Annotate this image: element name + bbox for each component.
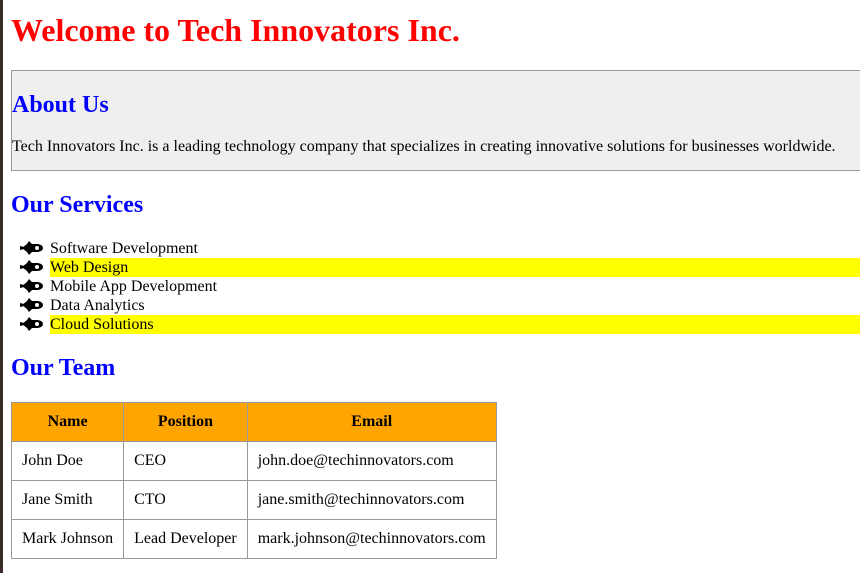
table-row: John Doe CEO john.doe@techinnovators.com	[10, 441, 497, 481]
cell-email: jane.smith@techinnovators.com	[246, 480, 497, 520]
about-heading: About Us	[12, 92, 109, 118]
rocket-icon	[20, 260, 43, 274]
page-title: Welcome to Tech Innovators Inc.	[11, 12, 460, 48]
column-header-email: Email	[246, 402, 497, 442]
service-label: Web Design	[50, 258, 860, 277]
page: Welcome to Tech Innovators Inc. About Us…	[3, 0, 860, 559]
team-table: Name Position Email John Doe CEO john.do…	[10, 402, 497, 559]
service-item: Cloud Solutions	[11, 315, 860, 334]
table-row: Jane Smith CTO jane.smith@techinnovators…	[10, 480, 497, 520]
team-heading: Our Team	[11, 355, 116, 381]
service-item: Data Analytics	[11, 296, 860, 315]
rocket-icon	[20, 279, 43, 293]
services-list: Software Development Web Design Mobile A…	[11, 239, 860, 334]
service-label: Mobile App Development	[50, 278, 218, 295]
column-header-position: Position	[123, 402, 248, 442]
service-item: Software Development	[11, 239, 860, 258]
service-item: Web Design	[11, 258, 860, 277]
rocket-icon	[20, 317, 43, 331]
service-item: Mobile App Development	[11, 277, 860, 296]
column-header-name: Name	[10, 402, 125, 442]
table-header-row: Name Position Email	[10, 402, 497, 442]
service-label: Cloud Solutions	[50, 315, 860, 334]
service-label: Software Development	[50, 240, 198, 257]
about-text: Tech Innovators Inc. is a leading techno…	[12, 138, 836, 155]
rocket-icon	[20, 298, 43, 312]
cell-position: CEO	[123, 441, 248, 481]
cell-position: Lead Developer	[123, 519, 248, 559]
about-section: About Us Tech Innovators Inc. is a leadi…	[11, 70, 860, 171]
services-heading: Our Services	[11, 192, 144, 218]
cell-name: Mark Johnson	[10, 519, 125, 559]
table-row: Mark Johnson Lead Developer mark.johnson…	[10, 519, 497, 559]
service-label: Data Analytics	[50, 297, 145, 314]
cell-email: mark.johnson@techinnovators.com	[246, 519, 497, 559]
rocket-icon	[20, 241, 43, 255]
cell-name: Jane Smith	[10, 480, 125, 520]
cell-name: John Doe	[10, 441, 125, 481]
cell-position: CTO	[123, 480, 248, 520]
cell-email: john.doe@techinnovators.com	[246, 441, 497, 481]
